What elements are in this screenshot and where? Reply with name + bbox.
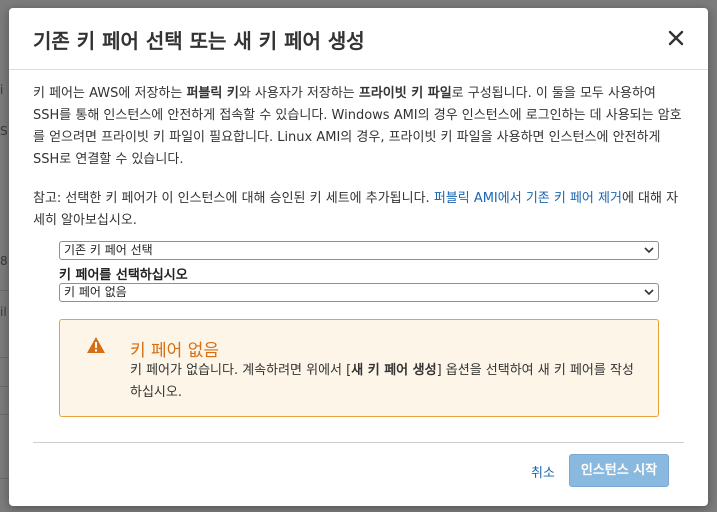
- dialog-title: 기존 키 페어 선택 또는 새 키 페어 생성: [33, 29, 365, 53]
- warning-icon: [87, 337, 105, 353]
- keypair-dialog: 기존 키 페어 선택 또는 새 키 페어 생성 키 페어는 AWS에 저장하는 …: [9, 8, 708, 506]
- note-text: 참고: 선택한 키 페어가 이 인스턴스에 대해 승인된 키 세트에 추가됩니다…: [33, 191, 434, 206]
- chevron-down-icon: [644, 289, 654, 296]
- keypair-description: 키 페어는 AWS에 저장하는 퍼블릭 키와 사용자가 저장하는 프라이빗 키 …: [33, 83, 685, 171]
- alert-message: 키 페어가 없습니다. 계속하려면 위에서 [새 키 페어 생성] 옵션을 선택…: [130, 360, 640, 404]
- keypair-select-value: 키 페어 없음: [64, 285, 127, 299]
- description-text: 와 사용자가 저장하는: [238, 86, 359, 101]
- keypair-select[interactable]: 키 페어 없음: [59, 283, 659, 302]
- close-button[interactable]: [666, 28, 686, 48]
- cancel-button[interactable]: 취소: [531, 462, 555, 481]
- chevron-down-icon: [644, 247, 654, 254]
- remove-keypair-link[interactable]: 퍼블릭 AMI에서 기존 키 페어 제거: [434, 191, 622, 206]
- launch-instance-button[interactable]: 인스턴스 시작: [569, 454, 669, 487]
- description-text: 키 페어는 AWS에 저장하는: [33, 86, 187, 101]
- keypair-note: 참고: 선택한 키 페어가 이 인스턴스에 대해 승인된 키 세트에 추가됩니다…: [33, 188, 685, 232]
- close-icon: [668, 30, 684, 46]
- dialog-header: 기존 키 페어 선택 또는 새 키 페어 생성: [9, 8, 708, 70]
- description-bold-private-key-file: 프라이빗 키 파일: [358, 86, 452, 101]
- alert-bold-create-keypair: 새 키 페어 생성: [351, 363, 437, 378]
- background-fragment: 8: [0, 254, 8, 268]
- alert-title: 키 페어 없음: [130, 341, 220, 361]
- background-fragment: il: [0, 305, 7, 319]
- background-fragment: S: [0, 124, 8, 138]
- keypair-select-label: 키 페어를 선택하십시오: [59, 268, 188, 283]
- footer-divider: [33, 442, 684, 443]
- alert-text: 키 페어가 없습니다. 계속하려면 위에서 [: [130, 363, 352, 378]
- no-keypair-alert: 키 페어 없음 키 페어가 없습니다. 계속하려면 위에서 [새 키 페어 생성…: [59, 319, 659, 417]
- keypair-option-value: 기존 키 페어 선택: [64, 243, 153, 257]
- keypair-option-select[interactable]: 기존 키 페어 선택: [59, 241, 659, 260]
- background-fragment: i: [0, 83, 4, 97]
- description-bold-public-key: 퍼블릭 키: [186, 86, 239, 101]
